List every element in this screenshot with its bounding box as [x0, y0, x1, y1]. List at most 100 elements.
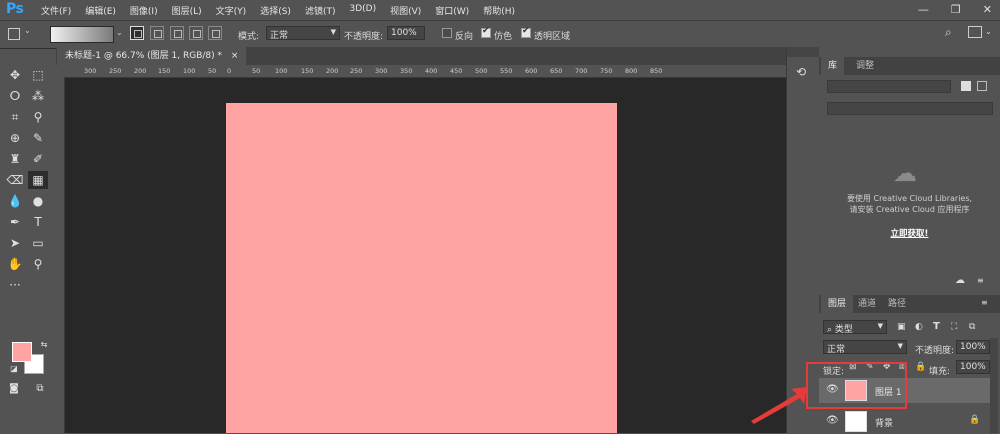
- dodge-tool-icon[interactable]: ●: [28, 192, 48, 210]
- hand-tool-icon[interactable]: ✋: [5, 255, 25, 273]
- filter-pixel-icon[interactable]: ▣: [897, 322, 906, 332]
- menu-select[interactable]: 选择(S): [253, 4, 298, 17]
- menu-view[interactable]: 视图(V): [383, 4, 428, 17]
- clone-stamp-tool-icon[interactable]: ♜: [5, 150, 25, 168]
- tab-channels[interactable]: 通道: [851, 295, 883, 313]
- document-canvas[interactable]: [226, 103, 617, 433]
- reverse-checkbox[interactable]: [442, 28, 452, 38]
- menu-image[interactable]: 图像(I): [123, 4, 165, 17]
- type-tool-icon[interactable]: T: [28, 213, 48, 231]
- menu-3d[interactable]: 3D(D): [342, 4, 383, 17]
- restore-button[interactable]: ❐: [951, 3, 961, 16]
- foreground-color-swatch[interactable]: [12, 342, 32, 362]
- fill-input[interactable]: 100%: [956, 360, 990, 374]
- tools-panel: ✥ ⬚ ⵔ ⁂ ⌗ ⚲ ⊕ ✎ ♜ ✐ ⌫ ▦ 💧 ● ✒ T ➤ ▭ ✋ ⚲ …: [0, 60, 57, 433]
- chevron-down-icon: ▼: [897, 342, 903, 350]
- opacity-input[interactable]: 100%: [387, 26, 425, 40]
- healing-brush-tool-icon[interactable]: ⊕: [5, 129, 25, 147]
- dither-label: 仿色: [494, 32, 513, 42]
- blur-tool-icon[interactable]: 💧: [5, 192, 25, 210]
- visibility-eye-icon[interactable]: 👁: [826, 415, 839, 426]
- crop-tool-icon[interactable]: ⌗: [5, 108, 25, 126]
- library-menu-icon[interactable]: ≡: [977, 276, 984, 285]
- menu-edit[interactable]: 编辑(E): [78, 4, 123, 17]
- filter-smart-object-icon[interactable]: ⧉: [969, 322, 975, 332]
- document-tab[interactable]: 未标题-1 @ 66.7% (图层 1, RGB/8) * ×: [57, 47, 247, 65]
- filter-shape-icon[interactable]: ⛶: [951, 322, 957, 332]
- layers-tab-row: 图层 通道 路径 ≡: [819, 295, 1000, 313]
- linear-gradient-button[interactable]: [130, 26, 144, 40]
- filter-type-icon[interactable]: T: [933, 321, 940, 332]
- lasso-tool-icon[interactable]: ⵔ: [5, 87, 25, 105]
- swap-colors-icon[interactable]: ⇆: [34, 336, 54, 354]
- library-select[interactable]: [827, 80, 951, 93]
- tab-adjustments[interactable]: 调整: [849, 57, 881, 75]
- search-icon[interactable]: ⌕: [945, 25, 952, 40]
- eyedropper-tool-icon[interactable]: ⚲: [28, 108, 48, 126]
- tool-preset-picker[interactable]: ⌄: [6, 26, 36, 42]
- blend-mode-select[interactable]: 正常 ▼: [823, 340, 907, 355]
- move-tool-icon[interactable]: ✥: [5, 66, 25, 84]
- layers-scrollbar[interactable]: [990, 338, 998, 433]
- get-now-link[interactable]: 立即获取!: [819, 227, 1000, 239]
- edit-toolbar-icon[interactable]: ···: [5, 276, 25, 294]
- quick-mask-icon[interactable]: ◙: [4, 380, 24, 398]
- default-colors-icon[interactable]: ◪: [4, 360, 24, 378]
- close-tab-icon[interactable]: ×: [231, 51, 239, 61]
- history-panel-icon[interactable]: ⟲: [796, 65, 806, 79]
- reflected-gradient-button[interactable]: [189, 26, 203, 40]
- workspace-icon[interactable]: [968, 26, 982, 38]
- gradient-preview[interactable]: [50, 26, 114, 43]
- zoom-tool-icon[interactable]: ⚲: [28, 255, 48, 273]
- menu-filter[interactable]: 滤镜(T): [298, 4, 343, 17]
- transparency-checkbox[interactable]: [521, 26, 531, 38]
- gradient-tool-icon[interactable]: ▦: [28, 171, 48, 189]
- library-message-line1: 要使用 Creative Cloud Libraries,: [846, 194, 973, 203]
- path-selection-tool-icon[interactable]: ➤: [5, 234, 25, 252]
- lock-icon: 🔒: [969, 415, 981, 425]
- tab-paths[interactable]: 路径: [881, 295, 913, 313]
- screen-mode-icon[interactable]: ⧉: [30, 380, 50, 398]
- layer-row-background[interactable]: 👁 背景 🔒: [819, 409, 990, 434]
- chevron-down-icon: ⌄: [24, 26, 31, 35]
- filter-adjustment-icon[interactable]: ◐: [915, 322, 923, 332]
- menu-layer[interactable]: 图层(L): [165, 4, 209, 17]
- ruler-horizontal: 300 250 200 150 100 50 0 50 100 150 200 …: [64, 65, 786, 78]
- eraser-tool-icon[interactable]: ⌫: [5, 171, 25, 189]
- chevron-down-icon[interactable]: ⌄: [985, 27, 992, 36]
- diamond-gradient-button[interactable]: [208, 26, 222, 40]
- menu-file[interactable]: 文件(F): [34, 4, 78, 17]
- menu-window[interactable]: 窗口(W): [428, 4, 476, 17]
- magic-wand-tool-icon[interactable]: ⁂: [28, 87, 48, 105]
- window-controls: — ❐ ✕: [918, 3, 992, 16]
- dock-collapse-bar[interactable]: [787, 47, 819, 57]
- gradient-tool-icon: [8, 28, 20, 40]
- pen-tool-icon[interactable]: ✒: [5, 213, 25, 231]
- cloud-sync-icon[interactable]: ☁: [955, 275, 965, 286]
- angle-gradient-button[interactable]: [170, 26, 184, 40]
- layer-opacity-input[interactable]: 100%: [956, 340, 990, 354]
- marquee-tool-icon[interactable]: ⬚: [28, 66, 48, 84]
- menu-type[interactable]: 文字(Y): [209, 4, 254, 17]
- dither-checkbox[interactable]: [481, 26, 491, 38]
- mode-select[interactable]: 正常 ▼: [266, 26, 340, 41]
- rectangle-tool-icon[interactable]: ▭: [28, 234, 48, 252]
- brush-tool-icon[interactable]: ✎: [28, 129, 48, 147]
- library-search-input[interactable]: [827, 102, 993, 115]
- tab-layers[interactable]: 图层: [821, 295, 854, 313]
- ruler-label: 300: [375, 67, 388, 75]
- tab-library[interactable]: 库: [821, 57, 845, 75]
- document-title: 未标题-1 @ 66.7% (图层 1, RGB/8) *: [65, 51, 222, 61]
- close-button[interactable]: ✕: [983, 3, 992, 16]
- chevron-down-icon[interactable]: ⌄: [116, 28, 123, 37]
- minimize-button[interactable]: —: [918, 3, 929, 16]
- list-view-icon[interactable]: [977, 81, 987, 91]
- layer-filter-select[interactable]: ⌕ 类型 ▼: [823, 320, 887, 335]
- radial-gradient-button[interactable]: [150, 26, 164, 40]
- layers-menu-icon[interactable]: ≡: [981, 298, 988, 307]
- menu-help[interactable]: 帮助(H): [476, 4, 522, 17]
- lock-all-icon[interactable]: 🔒: [915, 362, 926, 372]
- grid-view-icon[interactable]: [961, 81, 971, 91]
- history-brush-tool-icon[interactable]: ✐: [28, 150, 48, 168]
- layer-name: 背景: [875, 419, 894, 429]
